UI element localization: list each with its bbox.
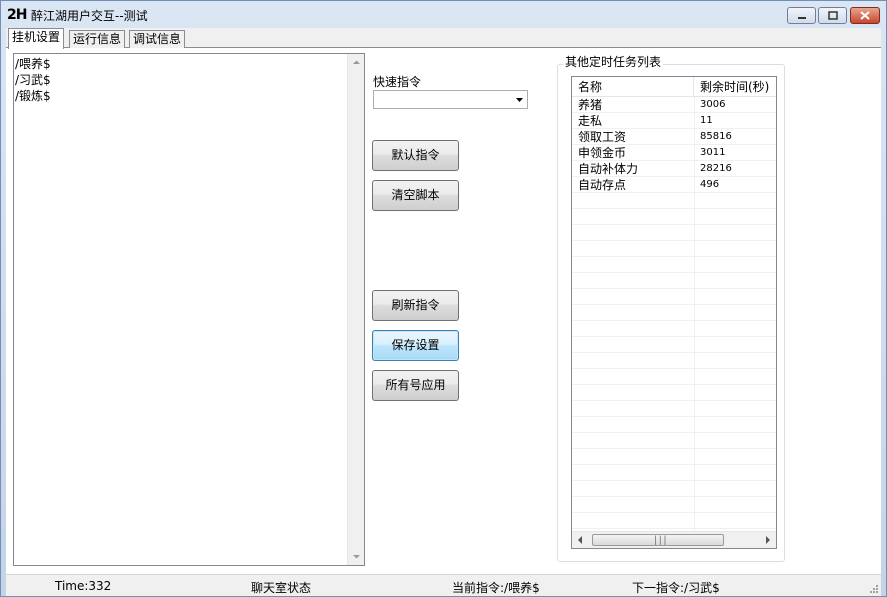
table-row[interactable]: 养猪 3006 [572, 97, 776, 113]
empty-table-row [572, 257, 776, 273]
status-time: Time:332 [55, 579, 112, 593]
grip-icon: │││ [653, 536, 668, 545]
quick-command-label: 快速指令 [373, 75, 422, 89]
empty-table-row [572, 401, 776, 417]
horizontal-scroll-thumb[interactable]: │││ [592, 534, 724, 546]
empty-table-row [572, 497, 776, 513]
close-button[interactable] [850, 7, 880, 24]
empty-table-row [572, 513, 776, 529]
status-chat-room: 聊天室状态 [251, 581, 312, 595]
status-next-command: 下一指令:/习武$ [632, 581, 720, 595]
scroll-down-icon[interactable] [352, 552, 361, 561]
table-row[interactable]: 领取工资 85816 [572, 129, 776, 145]
scroll-right-icon[interactable] [765, 536, 771, 544]
refresh-command-button[interactable]: 刷新指令 [372, 290, 459, 321]
task-remaining-time: 3011 [700, 147, 726, 158]
script-editor[interactable]: /喂养$ /习武$ /锻炼$ [13, 53, 365, 566]
table-row[interactable]: 自动补体力 28216 [572, 161, 776, 177]
task-list-header: 名称 剩余时间(秒) [572, 77, 776, 97]
task-list-horizontal-scrollbar[interactable]: │││ [572, 531, 776, 548]
script-vertical-scrollbar[interactable] [347, 54, 364, 565]
minimize-button[interactable] [787, 7, 816, 24]
maximize-button[interactable] [818, 7, 847, 24]
task-remaining-time: 11 [700, 115, 713, 126]
script-line: /喂养$ [15, 57, 51, 71]
task-remaining-time: 85816 [700, 131, 732, 142]
window-title: 醉江湖用户交互--测试 [31, 9, 148, 23]
tab-debug-info[interactable]: 调试信息 [129, 30, 186, 48]
empty-table-row [572, 209, 776, 225]
empty-table-row [572, 353, 776, 369]
save-settings-button[interactable]: 保存设置 [372, 330, 459, 361]
apply-all-accounts-button[interactable]: 所有号应用 [372, 370, 459, 401]
clear-script-button[interactable]: 清空脚本 [372, 180, 459, 211]
table-row[interactable]: 申领金币 3011 [572, 145, 776, 161]
scroll-up-icon[interactable] [352, 58, 361, 67]
table-row[interactable]: 自动存点 496 [572, 177, 776, 193]
empty-table-row [572, 289, 776, 305]
task-name: 自动补体力 [578, 162, 639, 176]
task-name: 养猪 [578, 98, 603, 112]
script-lines: /喂养$ /习武$ /锻炼$ [15, 56, 51, 104]
client-area: 挂机设置 运行信息 调试信息 /喂养$ /习武$ /锻炼$ 快速指令 默认指令 … [6, 28, 881, 574]
empty-table-row [572, 305, 776, 321]
default-command-button[interactable]: 默认指令 [372, 140, 459, 171]
column-header-name[interactable]: 名称 [572, 77, 694, 97]
tab-strip: 挂机设置 运行信息 调试信息 [6, 28, 881, 49]
app-icon: 2H [7, 7, 27, 23]
empty-table-row [572, 417, 776, 433]
task-name: 自动存点 [578, 178, 627, 192]
task-list-group-title: 其他定时任务列表 [563, 53, 664, 70]
empty-table-row [572, 369, 776, 385]
task-remaining-time: 3006 [700, 99, 726, 110]
empty-table-row [572, 481, 776, 497]
task-remaining-time: 28216 [700, 163, 732, 174]
empty-table-row [572, 337, 776, 353]
script-line: /锻炼$ [15, 89, 51, 103]
empty-table-row [572, 273, 776, 289]
scroll-left-icon[interactable] [577, 536, 583, 544]
empty-table-row [572, 433, 776, 449]
script-line: /习武$ [15, 73, 51, 87]
title-bar[interactable]: 2H 醉江湖用户交互--测试 [1, 1, 886, 29]
column-header-remaining-time[interactable]: 剩余时间(秒) [694, 77, 776, 97]
empty-table-row [572, 385, 776, 401]
empty-table-row [572, 225, 776, 241]
resize-grip-icon[interactable] [869, 584, 879, 594]
table-row[interactable]: 走私 11 [572, 113, 776, 129]
minimize-icon [797, 16, 806, 19]
tab-hang-settings[interactable]: 挂机设置 [8, 28, 65, 49]
task-name: 申领金币 [578, 146, 627, 160]
task-list-body: 养猪 3006 走私 11 领取工资 85816 申领金币 3011 自动补体力 [572, 97, 776, 532]
close-icon [860, 11, 870, 20]
task-name: 领取工资 [578, 130, 627, 144]
task-remaining-time: 496 [700, 179, 720, 190]
empty-table-row [572, 449, 776, 465]
tab-run-info[interactable]: 运行信息 [69, 30, 126, 48]
tab-panel-hang-settings: /喂养$ /习武$ /锻炼$ 快速指令 默认指令 清空脚本 刷新指令 保存设置 … [6, 48, 881, 574]
empty-table-row [572, 193, 776, 209]
status-bar: Time:332 聊天室状态 当前指令:/喂养$ 下一指令:/习武$ [6, 574, 881, 596]
empty-table-row [572, 465, 776, 481]
maximize-icon [827, 11, 838, 20]
empty-table-row [572, 241, 776, 257]
chevron-down-icon[interactable] [515, 97, 524, 103]
task-list[interactable]: 名称 剩余时间(秒) 养猪 3006 走私 11 领取工资 85816 申领金币… [571, 76, 777, 549]
status-current-command: 当前指令:/喂养$ [452, 581, 540, 595]
quick-command-select[interactable] [373, 90, 528, 109]
empty-table-row [572, 321, 776, 337]
task-name: 走私 [578, 114, 603, 128]
